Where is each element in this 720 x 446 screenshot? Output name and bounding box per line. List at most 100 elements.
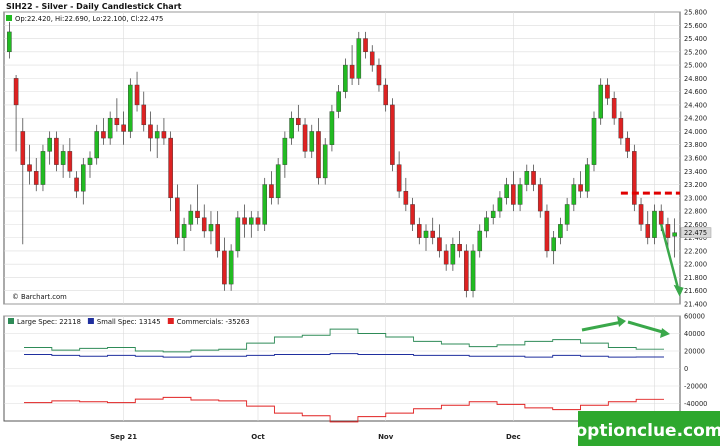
candle-down [665,224,671,238]
candle-up [336,91,341,112]
price-y-tick-label: 23.000 [684,194,707,202]
candle-down [416,224,422,238]
x-axis-label: Sep 21 [110,433,137,441]
x-axis-label: Nov [378,433,394,441]
candle-down [33,171,39,185]
candle-down [605,84,610,99]
price-y-tick-label: 25.600 [684,22,707,30]
price-y-tick-label: 25.200 [684,48,707,56]
cot-legend-swatch [87,318,94,324]
candle-down [578,184,583,192]
brand-name: optionclue.com [575,421,720,441]
candle-down [20,131,26,165]
candle-up [208,224,214,232]
candle-down [101,131,106,139]
candle-up [47,137,52,152]
price-y-tick-label: 24.600 [684,88,707,96]
candle-down [544,210,550,252]
candle-up [181,224,187,238]
candle-up [329,111,335,145]
candle-up [309,131,315,152]
candle-up [564,204,570,225]
candle-down [443,250,449,265]
candle-up [470,250,476,291]
price-y-tick-label: 25.000 [684,62,707,70]
candle-down [537,184,543,212]
candle-down [618,117,624,139]
candle-down [121,124,126,132]
ohlc-readout: Op:22.420, Hi:22.690, Lo:22.100, Cl:22.4… [15,15,163,23]
candle-down [376,64,382,86]
candle-up [490,210,496,218]
candle-up [322,144,328,179]
candle-up [40,151,46,185]
candle-up [524,171,530,185]
candle-down [67,151,73,172]
price-y-tick-label: 22.200 [684,247,707,255]
x-axis-label: Dec [506,433,521,441]
chart-title: SIH22 - Silver - Daily Candlestick Chart [6,2,182,11]
candle-down [215,224,220,252]
cot-legend-swatch [8,318,14,324]
price-y-tick-label: 21.800 [684,274,707,282]
cot-y-tick-label: 60000 [684,313,705,321]
price-y-tick-label: 21.600 [684,287,707,295]
price-y-tick-label: 23.200 [684,181,707,189]
candle-down [437,237,442,252]
cot-y-tick-label: 40000 [684,330,705,338]
cot-y-tick-label: -20000 [684,383,707,391]
candle-down [13,78,19,106]
chart-root: 21.40021.60021.80022.00022.20022.40022.6… [3,2,720,446]
price-y-tick-label: 24.800 [684,75,707,83]
candle-down [611,98,617,119]
candle-down [363,38,368,53]
candle-up [262,184,268,225]
candle-up [356,38,362,79]
price-y-tick-label: 23.800 [684,141,707,149]
candle-down [369,51,375,66]
cot-legend-label: Commercials: -35263 [177,318,250,326]
candle-up [87,157,93,165]
candle-down [161,131,167,139]
candle-down [316,131,321,179]
candle-down [511,184,516,205]
candle-up [154,131,160,139]
candle-down [383,84,388,106]
candle-up [591,117,597,165]
candle-down [242,217,247,225]
candle-down [141,104,147,126]
cot-y-tick-label: 20000 [684,348,705,356]
candle-up [228,250,234,285]
candle-down [403,190,409,205]
candle-up [343,64,348,92]
candle-up [477,230,483,252]
candle-down [464,250,469,291]
cot-legend-label: Large Spec: 22118 [17,318,81,326]
candle-down [638,204,644,225]
candle-up [652,210,657,238]
candle-up [289,117,294,139]
price-y-tick-label: 23.400 [684,168,707,176]
candle-up [450,244,456,265]
ohlc-legend-swatch [6,15,12,21]
candle-down [390,104,395,165]
candle-down [658,210,664,225]
candle-down [645,224,651,238]
candle-up [558,224,563,238]
candle-up [275,164,281,199]
price-y-tick-label: 22.800 [684,208,707,216]
price-y-tick-label: 24.000 [684,128,707,136]
candle-up [423,230,429,238]
candle-down [54,137,59,165]
candle-down [255,217,261,225]
candle-down [134,84,140,106]
candle-up [94,131,100,159]
cot-legend-swatch [167,318,174,324]
price-y-tick-label: 24.400 [684,101,707,109]
candle-up [188,210,194,225]
candle-up [248,217,254,225]
price-y-tick-label: 21.400 [684,301,707,309]
candle-down [457,244,462,252]
candle-down [396,164,402,192]
price-y-tick-label: 24.200 [684,115,707,123]
